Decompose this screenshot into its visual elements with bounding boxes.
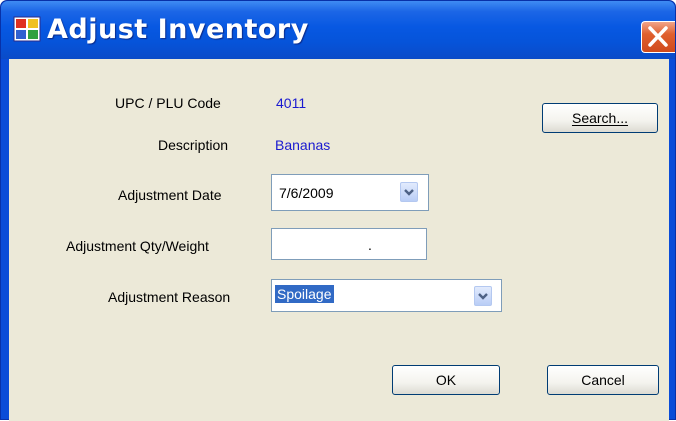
description-value: Bananas (275, 137, 331, 153)
adjustment-date-value: 7/6/2009 (279, 185, 334, 201)
chevron-down-icon (478, 293, 488, 300)
cancel-button[interactable]: Cancel (547, 365, 659, 395)
search-button[interactable]: Search... (542, 103, 658, 133)
close-button[interactable] (641, 21, 675, 53)
app-window-icon (13, 16, 41, 42)
adjustment-date-picker[interactable]: 7/6/2009 (271, 174, 429, 211)
adjustment-reason-label: Adjustment Reason (108, 289, 231, 305)
upc-value: 4011 (276, 95, 307, 111)
close-icon (648, 26, 668, 47)
date-dropdown-button[interactable] (400, 182, 418, 202)
dialog-body: UPC / PLU Code 4011 Search... Descriptio… (9, 59, 669, 421)
ok-button[interactable]: OK (392, 365, 500, 395)
title-bar[interactable]: Adjust Inventory (1, 1, 675, 59)
cancel-button-label: Cancel (581, 372, 625, 388)
description-label: Description (158, 137, 229, 153)
upc-label: UPC / PLU Code (115, 95, 221, 111)
adjust-inventory-window: Adjust Inventory UPC / PLU Code 4011 Sea… (0, 0, 676, 421)
adjustment-reason-value: Spoilage (275, 285, 334, 303)
adjustment-qty-value: . (368, 237, 372, 253)
adjustment-date-label: Adjustment Date (118, 187, 222, 203)
ok-button-label: OK (435, 372, 457, 388)
search-button-label: Search... (571, 110, 629, 126)
reason-dropdown-button[interactable] (474, 286, 492, 306)
window-title: Adjust Inventory (47, 14, 309, 45)
adjustment-reason-select[interactable]: Spoilage (271, 279, 502, 312)
adjustment-qty-input[interactable]: . (271, 228, 427, 260)
adjustment-qty-label: Adjustment Qty/Weight (66, 238, 209, 254)
chevron-down-icon (404, 189, 414, 196)
